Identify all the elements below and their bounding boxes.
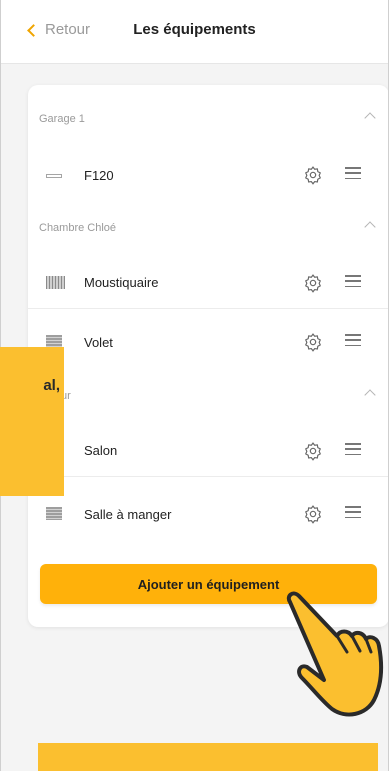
group-header-sejour[interactable]: Séjour [28, 376, 388, 416]
reorder-handle-icon[interactable] [345, 167, 361, 179]
group-name: Chambre Chloé [39, 222, 117, 234]
top-bar: Retour Les équipements [1, 0, 388, 64]
list-item[interactable]: Moustiquaire [28, 257, 388, 309]
list-item[interactable]: Salon [28, 425, 388, 477]
gear-icon[interactable] [303, 165, 323, 185]
item-label: Salle à manger [84, 506, 172, 522]
list-item[interactable]: Volet [28, 316, 388, 368]
bottom-banner [38, 743, 378, 771]
thin-device-icon [46, 174, 62, 178]
list-item[interactable]: Salle à manger [28, 488, 388, 540]
gear-icon[interactable] [303, 504, 323, 524]
reorder-handle-icon[interactable] [345, 506, 361, 518]
chevron-up-icon[interactable] [364, 221, 376, 233]
mosquito-net-icon [46, 276, 65, 289]
page-title: Les équipements [133, 21, 256, 38]
list-item[interactable]: F120 [28, 149, 388, 201]
item-label: Volet [84, 334, 113, 350]
group-header-chambre[interactable]: Chambre Chloé [28, 208, 388, 248]
tutorial-callout: al, [0, 347, 64, 496]
reorder-handle-icon[interactable] [345, 443, 361, 455]
pointing-hand-icon [286, 591, 384, 717]
item-label: F120 [84, 167, 114, 183]
reorder-handle-icon[interactable] [345, 334, 361, 346]
gear-icon[interactable] [303, 441, 323, 461]
reorder-handle-icon[interactable] [345, 275, 361, 287]
gear-icon[interactable] [303, 273, 323, 293]
callout-text: al, [43, 377, 60, 394]
chevron-up-icon[interactable] [364, 389, 376, 401]
equipment-list-card: Garage 1 F120 Chambre Chloé Moustiquaire… [28, 85, 388, 627]
item-label: Salon [84, 443, 118, 458]
group-name: Garage 1 [39, 113, 85, 125]
chevron-up-icon[interactable] [364, 112, 376, 124]
shutter-icon [46, 507, 62, 520]
item-label: Moustiquaire [84, 275, 159, 290]
gear-icon[interactable] [303, 332, 323, 352]
group-header-garage[interactable]: Garage 1 [28, 99, 388, 139]
